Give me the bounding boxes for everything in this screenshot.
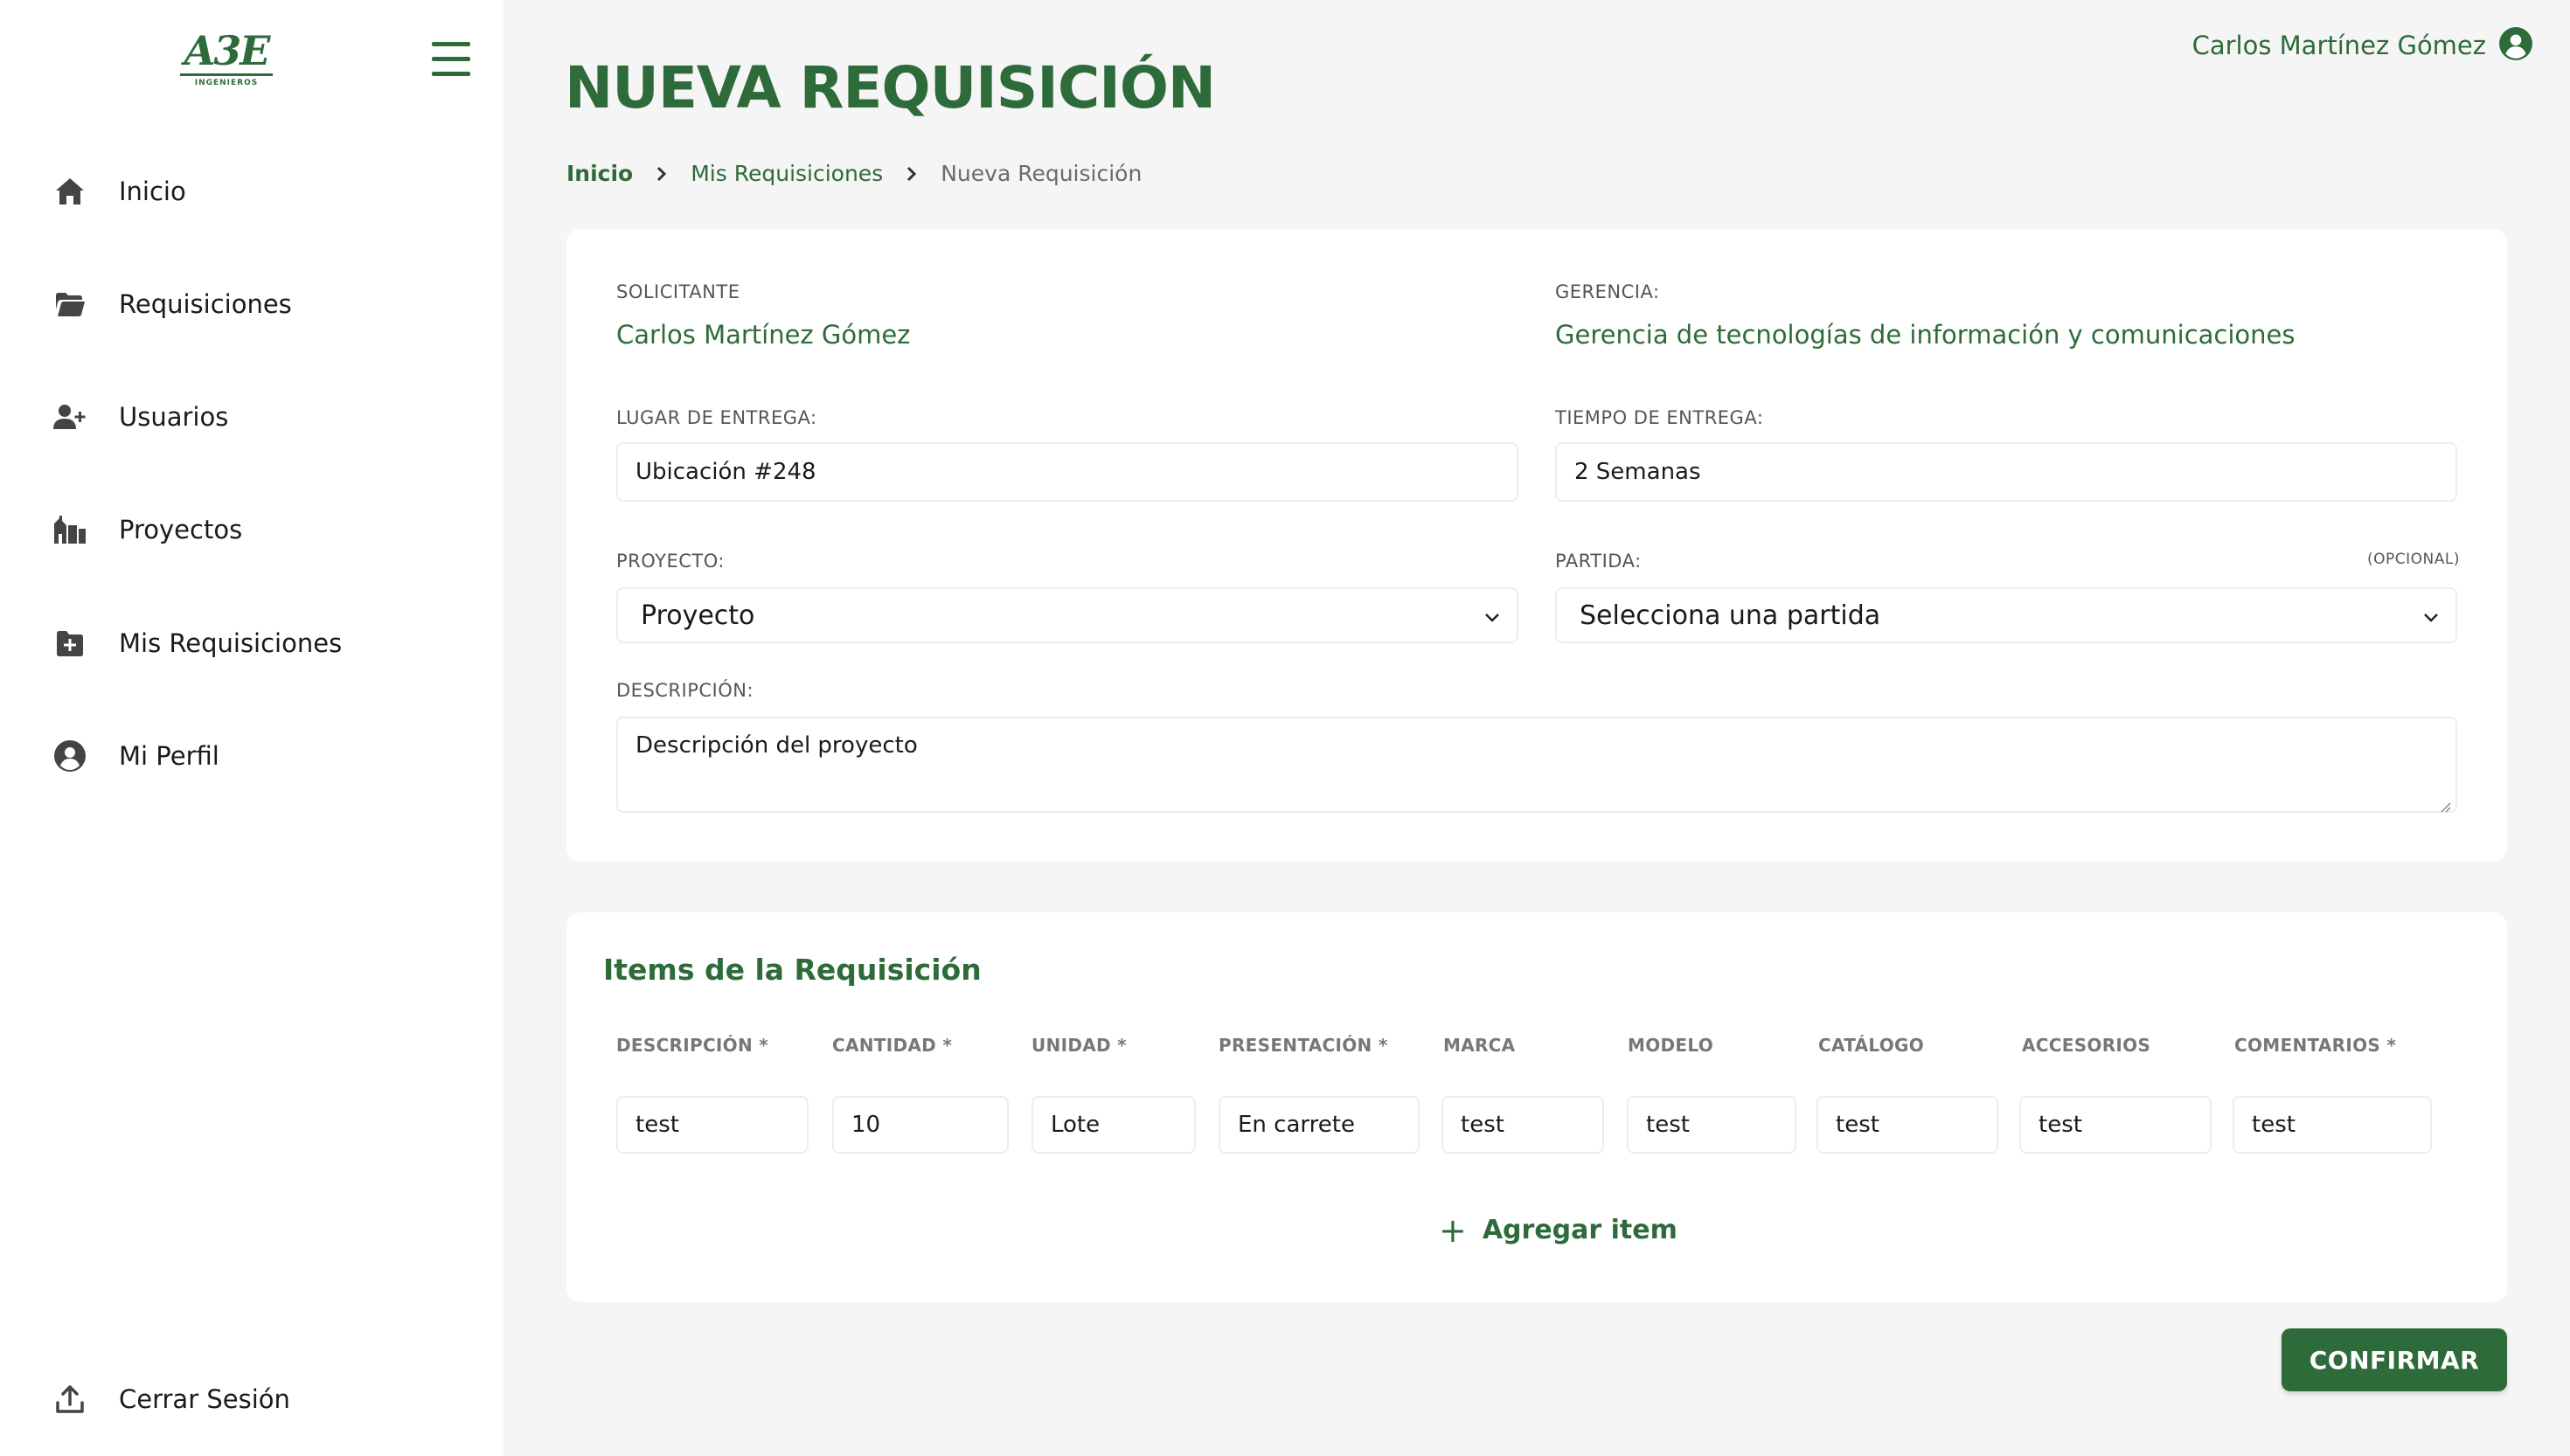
column-header: PRESENTACIÓN * (1219, 1035, 1388, 1056)
descripcion-label: DESCRIPCIÓN: (616, 680, 754, 701)
gerencia-label: GERENCIA: (1555, 281, 1660, 302)
add-item-button[interactable]: + Agregar item (1439, 1210, 1677, 1250)
sidebar-item-label: Mis Requisiciones (119, 628, 343, 658)
item-comentarios-input[interactable]: test (2233, 1096, 2432, 1154)
descripcion-textarea[interactable]: Descripción del proyecto (616, 717, 2457, 813)
lugar-entrega-input[interactable]: Ubicación #248 (616, 442, 1518, 502)
user-circle-icon (49, 735, 91, 777)
item-descripcion-input[interactable]: test (616, 1096, 809, 1154)
user-menu[interactable]: Carlos Martínez Gómez (2192, 26, 2533, 65)
gerencia-value: Gerencia de tecnologías de información y… (1555, 320, 2296, 350)
resize-handle-icon[interactable] (2438, 794, 2452, 813)
item-modelo-input[interactable]: test (1627, 1096, 1796, 1154)
plus-icon: + (1439, 1210, 1467, 1250)
breadcrumb-parent-link[interactable]: Mis Requisiciones (691, 161, 883, 186)
sidebar-item-mis-requisiciones[interactable]: Mis Requisiciones (49, 617, 469, 669)
folder-plus-icon (49, 622, 91, 664)
item-presentacion-input[interactable]: En carrete (1219, 1096, 1420, 1154)
user-name: Carlos Martínez Gómez (2191, 31, 2486, 60)
user-circle-icon (2498, 26, 2533, 65)
breadcrumb-current: Nueva Requisición (941, 161, 1143, 186)
logo-text: A3E (184, 27, 271, 74)
sidebar-item-inicio[interactable]: Inicio (49, 165, 469, 218)
items-card: Items de la Requisición DESCRIPCIÓN * CA… (566, 912, 2507, 1302)
item-cantidad-input[interactable]: 10 (832, 1096, 1009, 1154)
breadcrumb: Inicio Mis Requisiciones Nueva Requisici… (566, 161, 1142, 186)
sidebar-item-label: Proyectos (119, 515, 243, 544)
sidebar-item-label: Inicio (119, 177, 186, 206)
descripcion-value: Descripción del proyecto (636, 732, 918, 759)
column-header: ACCESORIOS (2022, 1035, 2151, 1056)
items-title: Items de la Requisición (603, 953, 982, 987)
requisition-form-card: SOLICITANTE Carlos Martínez Gómez GERENC… (566, 229, 2507, 862)
sidebar-item-label: Usuarios (119, 402, 229, 432)
item-marca-input[interactable]: test (1441, 1096, 1604, 1154)
item-catalogo-input[interactable]: test (1816, 1096, 1998, 1154)
chevron-right-icon (656, 165, 668, 183)
menu-toggle-button[interactable] (432, 42, 474, 77)
logout-button[interactable]: Cerrar Sesión (49, 1373, 469, 1425)
item-accesorios-input[interactable]: test (2019, 1096, 2212, 1154)
logo-rule (180, 73, 273, 76)
proyecto-select[interactable]: Proyecto (616, 587, 1518, 643)
sidebar-item-proyectos[interactable]: Proyectos (49, 503, 469, 556)
home-icon (49, 170, 91, 212)
proyecto-select-value: Proyecto (641, 600, 755, 631)
folder-open-icon (49, 283, 91, 325)
proyecto-label: PROYECTO: (616, 551, 725, 572)
hamburger-line (432, 42, 470, 46)
add-item-label: Agregar item (1482, 1215, 1677, 1245)
lugar-entrega-label: LUGAR DE ENTREGA: (616, 407, 817, 428)
column-header: COMENTARIOS * (2234, 1035, 2397, 1056)
company-logo[interactable]: A3E INGENIEROS (175, 24, 278, 91)
partida-optional-label: (OPCIONAL) (2367, 551, 2460, 568)
hamburger-line (432, 72, 470, 76)
tiempo-entrega-label: TIEMPO DE ENTREGA: (1555, 407, 1764, 428)
solicitante-value: Carlos Martínez Gómez (616, 320, 911, 350)
solicitante-label: SOLICITANTE (616, 281, 740, 302)
partida-select[interactable]: Selecciona una partida (1555, 587, 2457, 643)
column-header: DESCRIPCIÓN * (616, 1035, 769, 1056)
chevron-right-icon (906, 165, 918, 183)
column-header: UNIDAD * (1031, 1035, 1127, 1056)
partida-select-value: Selecciona una partida (1580, 600, 1881, 631)
page-title: NUEVA REQUISICIÓN (565, 54, 1216, 121)
sidebar-item-label: Requisiciones (119, 289, 292, 319)
column-header: MARCA (1443, 1035, 1516, 1056)
upload-icon (49, 1378, 91, 1420)
column-header: MODELO (1628, 1035, 1714, 1056)
tiempo-entrega-input[interactable]: 2 Semanas (1555, 442, 2457, 502)
sidebar-item-usuarios[interactable]: Usuarios (49, 391, 469, 443)
sidebar-item-mi-perfil[interactable]: Mi Perfil (49, 730, 469, 782)
logout-label: Cerrar Sesión (119, 1384, 290, 1414)
sidebar: A3E INGENIEROS Inicio Requisiciones Usua… (0, 0, 504, 1456)
chevron-down-icon (2422, 600, 2440, 631)
chevron-down-icon (1483, 600, 1501, 631)
logo-subtext: INGENIEROS (194, 79, 259, 87)
confirm-button[interactable]: CONFIRMAR (2282, 1328, 2507, 1391)
sidebar-item-requisiciones[interactable]: Requisiciones (49, 278, 469, 330)
column-header: CANTIDAD * (832, 1035, 953, 1056)
item-unidad-input[interactable]: Lote (1031, 1096, 1196, 1154)
breadcrumb-home-link[interactable]: Inicio (566, 161, 633, 186)
hamburger-line (432, 57, 470, 61)
sidebar-item-label: Mi Perfil (119, 741, 219, 771)
partida-label: PARTIDA: (1555, 551, 1642, 572)
building-icon (49, 509, 91, 551)
column-header: CATÁLOGO (1818, 1035, 1925, 1056)
user-plus-icon (49, 396, 91, 438)
